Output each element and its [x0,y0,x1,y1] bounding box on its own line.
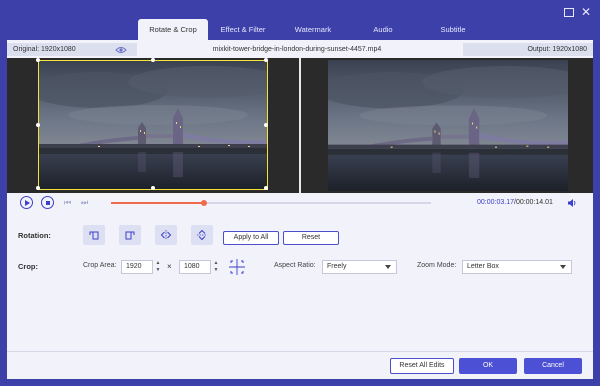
close-icon[interactable]: ✕ [580,6,592,18]
dialog-footer: Reset All Edits OK Cancel [7,351,593,379]
apply-to-all-button[interactable]: Apply to All [223,231,279,245]
crop-handle-right[interactable] [264,123,268,127]
stop-button[interactable] [41,196,54,209]
zoom-mode-select[interactable]: Letter Box [462,260,572,274]
rotate-right-button[interactable] [119,225,141,245]
tab-subtitle[interactable]: Subtitle [418,19,488,40]
original-resolution: Original: 1920x1080 [7,43,137,56]
time-display: 00:00:03.17/00:00:14.01 [477,198,553,208]
progress-handle[interactable] [200,200,207,206]
rotate-right-icon [125,231,135,240]
tab-audio[interactable]: Audio [348,19,418,40]
center-crop-icon[interactable] [228,258,246,276]
flip-vertical-icon [197,229,207,241]
dimension-separator: × [167,262,172,271]
progress-slider[interactable] [111,200,431,206]
aspect-ratio-chevron-down-icon [385,265,391,269]
file-name: mixkit-tower-bridge-in-london-during-sun… [212,46,382,53]
crop-handle-bottom-left[interactable] [36,186,40,190]
aspect-ratio-select[interactable]: Freely [322,260,397,274]
crop-handle-bottom[interactable] [151,186,155,190]
zoom-mode-value: Letter Box [467,263,499,270]
crop-frame[interactable] [36,58,268,190]
ok-button[interactable]: OK [459,358,517,374]
cancel-button[interactable]: Cancel [524,358,582,374]
rotation-label: Rotation: [18,231,51,240]
play-button[interactable] [20,196,33,209]
editor-content: Original: 1920x1080 mixkit-tower-bridge-… [7,40,593,379]
editor-window: Rotate & Crop Effect & Filter Watermark … [0,0,600,386]
tab-watermark[interactable]: Watermark [278,19,348,40]
original-preview [7,58,299,193]
tab-bar: Rotate & Crop Effect & Filter Watermark … [138,19,488,40]
zoom-mode-chevron-down-icon [560,265,566,269]
crop-height-stepper[interactable]: ▲ ▼ [213,260,219,274]
crop-height-input[interactable]: 1080 [179,260,211,274]
rotate-left-icon [89,231,99,240]
crop-row: Crop: Crop Area: 1920 ▲ ▼ × 1080 ▲ ▼ Aspec… [7,258,593,276]
aspect-ratio-value: Freely [327,263,347,270]
video-preview [7,58,593,193]
rotate-left-button[interactable] [83,225,105,245]
reset-rotation-button[interactable]: Reset [283,231,339,245]
crop-label: Crop: [18,262,38,271]
eye-icon[interactable] [115,46,127,54]
flip-horizontal-button[interactable] [155,225,177,245]
title-bar: Rotate & Crop Effect & Filter Watermark … [0,0,600,40]
aspect-ratio-label: Aspect Ratio: [274,262,316,269]
footer-divider [7,351,593,352]
crop-handle-left[interactable] [36,123,40,127]
tab-rotate-crop[interactable]: Rotate & Crop [138,19,208,40]
flip-vertical-button[interactable] [191,225,213,245]
current-time: 00:00:03.17 [477,199,514,206]
crop-handle-bottom-right[interactable] [264,186,268,190]
zoom-mode-label: Zoom Mode: [417,262,457,269]
original-resolution-text: Original: 1920x1080 [13,46,76,53]
crop-width-input[interactable]: 1920 [121,260,153,274]
total-time: 00:00:14.01 [515,199,553,206]
minimize-icon[interactable] [562,6,574,18]
output-resolution: Output: 1920x1080 [463,43,593,56]
rotation-row: Rotation: Apply to All Reset [7,225,593,247]
output-preview [301,58,593,193]
previous-frame-icon[interactable]: ⏮ [64,198,73,207]
crop-handle-top-left[interactable] [36,58,40,62]
crop-width-stepper[interactable]: ▲ ▼ [155,260,161,274]
tab-effect-filter[interactable]: Effect & Filter [208,19,278,40]
progress-fill [111,202,204,204]
volume-icon[interactable] [567,198,577,208]
output-frame-image [328,60,568,191]
playback-bar: ⏮ ⏭ 00:00:03.17/00:00:14.01 [7,193,593,213]
info-bar: Original: 1920x1080 mixkit-tower-bridge-… [7,40,593,58]
next-frame-icon[interactable]: ⏭ [81,198,90,207]
reset-all-edits-button[interactable]: Reset All Edits [390,358,454,374]
flip-horizontal-icon [160,230,172,240]
crop-area-label: Crop Area: [83,262,117,269]
crop-handle-top-right[interactable] [264,58,268,62]
crop-handle-top[interactable] [151,58,155,62]
